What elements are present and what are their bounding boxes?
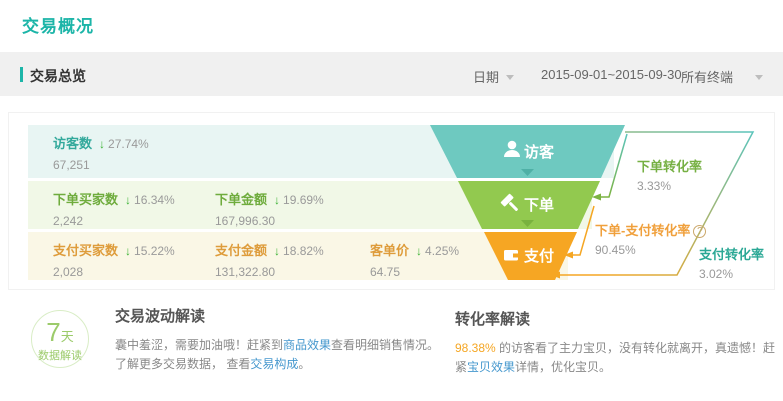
section-title-label: 交易总览 [30,68,86,84]
funnel-stage-label: 下单 [524,196,554,214]
metric-label: 支付买家数 [53,243,118,258]
terminal-label: 所有终端 [681,70,733,85]
insight-text: 囊中羞涩，需要加油哦！赶紧到 [115,338,283,352]
insight-line-2: 了解更多交易数据， 查看交易构成。 [115,355,463,374]
conversion-label: 下单-支付转化率 [595,223,690,238]
item-effect-link[interactable]: 宝贝效果 [467,360,515,374]
date-range-picker[interactable]: 2015-09-01~2015-09-30 [541,67,682,82]
down-arrow-icon: ↓ [274,244,280,258]
chevron-down-icon [506,75,514,80]
insight-text: 。 [298,357,310,371]
insight-text: 详情，优化宝贝。 [515,360,611,374]
metric-change: 27.74% [108,137,149,151]
metric-value: 167,996.30 [215,214,324,228]
metric-change: 16.34% [134,193,175,207]
metric-value: 131,322.80 [215,265,324,279]
seven-day-badge: 7天 数据解读 [31,310,89,368]
badge-caption: 数据解读 [32,350,88,363]
conversion-value: 3.33% [637,179,702,193]
metric-change: 19.69% [283,193,324,207]
funnel-stage-label: 访客 [524,143,555,161]
metric-label: 支付金额 [215,243,267,258]
metric-label: 客单价 [370,243,409,258]
insight-text: 了解更多交易数据， 查看 [115,357,250,371]
funnel-stage-label: 支付 [523,247,554,265]
insight-paragraph: 98.38% 的访客看了主力宝贝，没有转化就离开，真遗憾！赶紧宝贝效果详情，优化… [455,339,779,377]
help-icon[interactable]: ? [693,225,706,238]
conversion-label: 支付转化率 [699,244,764,263]
insight-title: 转化率解读 [455,308,779,329]
conversion-insight: 转化率解读 98.38% 的访客看了主力宝贝，没有转化就离开，真遗憾！赶紧宝贝效… [455,308,779,377]
metric-pay-amount: 支付金额 ↓18.82% 131,322.80 [215,240,324,279]
down-arrow-icon: ↓ [125,193,131,207]
order-conversion-rate: 下单转化率 3.33% [637,156,702,193]
order-pay-conversion-rate: 下单-支付转化率? 90.45% [595,220,706,257]
down-arrow-icon: ↓ [274,193,280,207]
section-accent-bar [20,67,23,82]
trade-fluctuation-insight: 交易波动解读 囊中羞涩，需要加油哦！赶紧到商品效果查看明细销售情况。 了解更多交… [115,305,463,374]
insight-line-1: 囊中羞涩，需要加油哦！赶紧到商品效果查看明细销售情况。 [115,336,463,355]
wallet-icon [504,250,518,261]
badge-number: 7 [46,317,60,347]
section-toolbar: 交易总览 日期 2015-09-01~2015-09-30 所有终端 [0,52,783,96]
date-type-label: 日期 [473,70,499,85]
down-arrow-icon: ↓ [99,137,105,151]
insight-title: 交易波动解读 [115,305,463,326]
metric-label: 访客数 [53,136,92,151]
metric-change: 18.82% [283,244,324,258]
metric-pay-buyers: 支付买家数 ↓15.22% 2,028 [53,240,175,279]
down-arrow-icon: ↓ [125,244,131,258]
product-effect-link[interactable]: 商品效果 [283,338,331,352]
metric-label: 下单买家数 [53,192,118,207]
chevron-down-icon [755,75,763,80]
section-title: 交易总览 [20,66,86,86]
terminal-dropdown[interactable]: 所有终端 [681,67,763,86]
metric-order-buyers: 下单买家数 ↓16.34% 2,242 [53,189,175,228]
trade-composition-link[interactable]: 交易构成 [250,357,298,371]
metric-value: 2,028 [53,265,175,279]
metric-visitors: 访客数 ↓27.74% 67,251 [53,133,149,172]
conversion-label: 下单转化率 [637,156,702,175]
pay-conversion-rate: 支付转化率 3.02% [699,244,764,281]
page-title: 交易概况 [22,12,94,37]
metric-order-amount: 下单金额 ↓19.69% 167,996.30 [215,189,324,228]
metric-value: 67,251 [53,158,149,172]
badge-unit: 天 [61,329,74,344]
insight-text: 查看明细销售情况。 [331,338,439,352]
metric-change: 15.22% [134,244,175,258]
metric-value: 2,242 [53,214,175,228]
highlight-percentage: 98.38% [455,341,496,355]
date-type-dropdown[interactable]: 日期 [473,67,514,86]
metric-label: 下单金额 [215,192,267,207]
conversion-value: 90.45% [595,243,706,257]
conversion-value: 3.02% [699,267,764,281]
transaction-overview-page: 交易概况 交易总览 日期 2015-09-01~2015-09-30 所有终端 … [0,0,783,401]
